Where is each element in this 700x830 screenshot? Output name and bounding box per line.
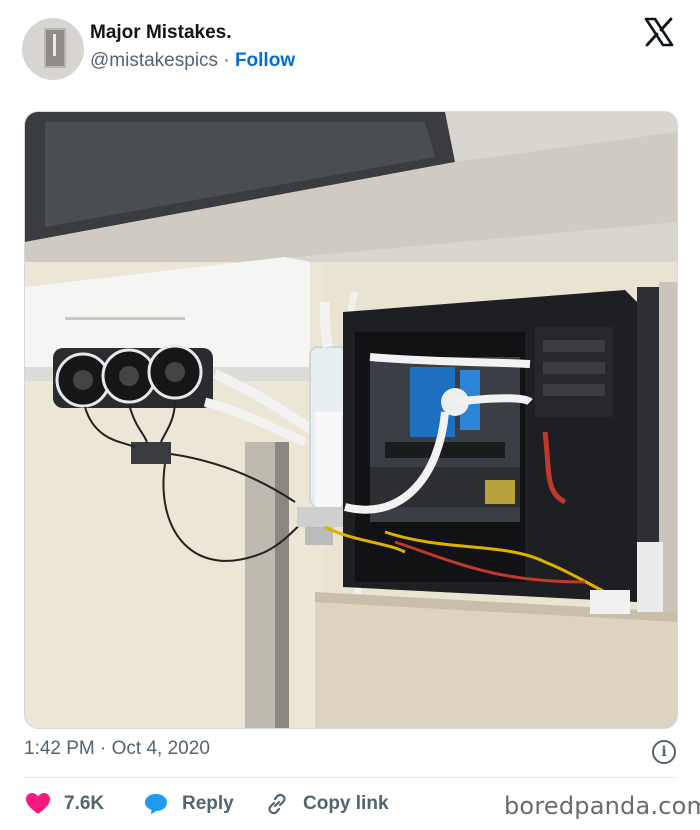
reply-button[interactable]: Reply [144, 790, 234, 818]
copy-link-button[interactable]: Copy link [265, 790, 389, 818]
avatar[interactable] [22, 18, 84, 80]
watermark: boredpanda.com [504, 792, 700, 820]
x-logo-icon[interactable] [641, 16, 677, 52]
copy-link-label: Copy link [303, 793, 389, 814]
tweet-timestamp[interactable]: 1:42 PM · Oct 4, 2020 [24, 738, 210, 760]
info-icon[interactable]: i [652, 740, 676, 764]
handle-separator: · [223, 50, 230, 71]
reply-label: Reply [182, 793, 234, 814]
like-button[interactable]: 7.6K [26, 790, 104, 818]
like-count: 7.6K [64, 793, 105, 814]
author-handle-row: @mistakespics · Follow [90, 50, 295, 72]
author-name[interactable]: Major Mistakes. [90, 22, 232, 44]
divider [24, 777, 676, 778]
heart-icon [26, 793, 50, 815]
tweet-time: 1:42 PM [24, 738, 95, 759]
tweet-photo[interactable] [24, 111, 678, 729]
tweet-date: Oct 4, 2020 [111, 738, 210, 759]
avatar-picture [44, 28, 66, 68]
reply-bubble-icon [144, 793, 168, 815]
author-handle[interactable]: @mistakespics [90, 50, 218, 71]
tweet-card: Major Mistakes. @mistakespics · Follow 1… [0, 0, 700, 830]
follow-button[interactable]: Follow [235, 50, 295, 71]
link-icon [265, 792, 289, 816]
timestamp-separator: · [100, 738, 107, 759]
